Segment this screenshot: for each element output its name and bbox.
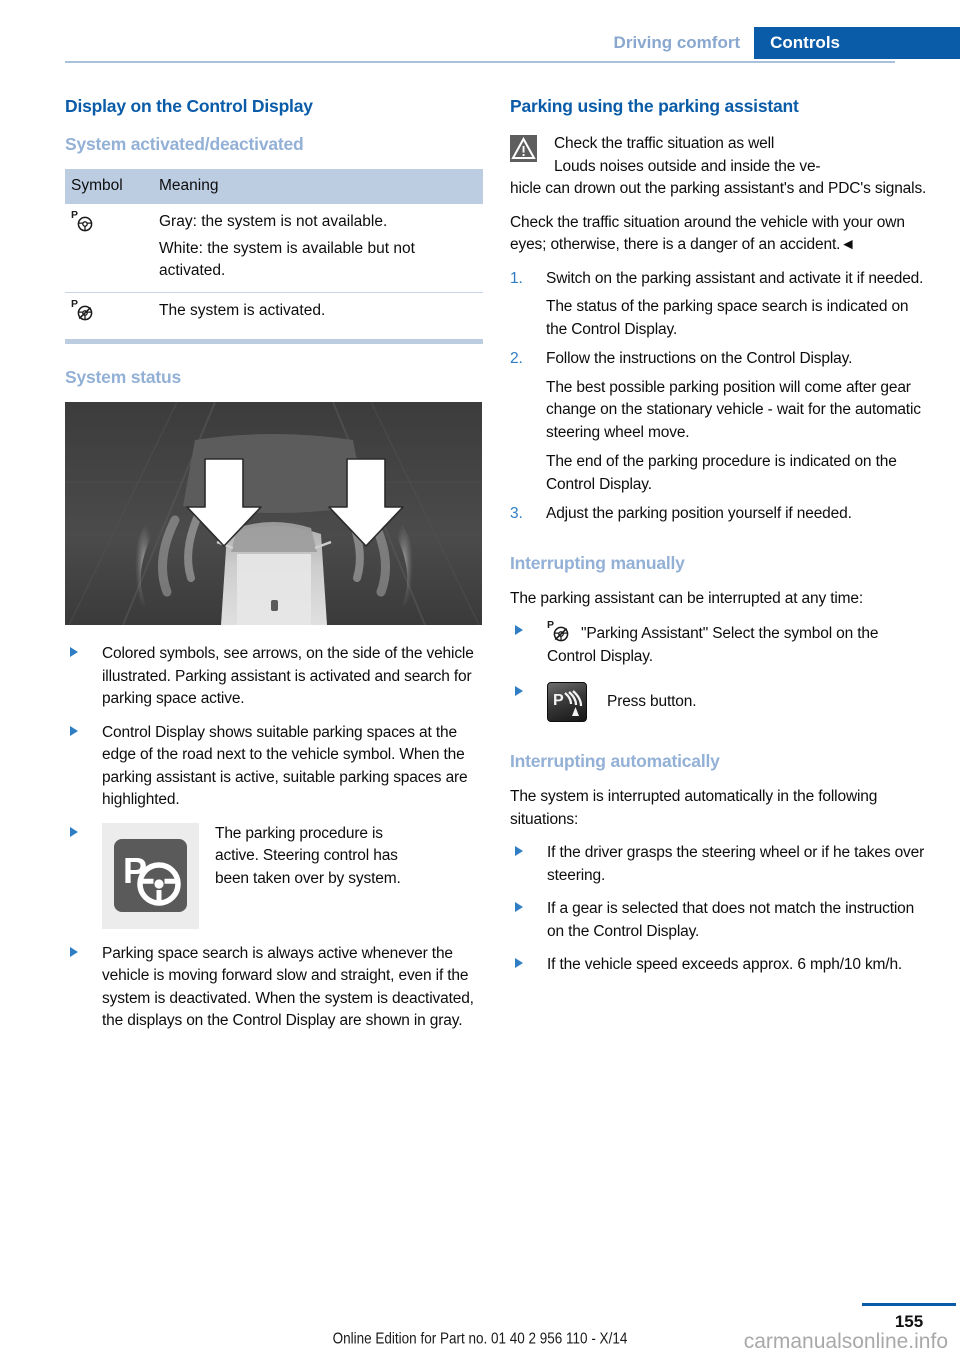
- subsection-system-status: System status: [65, 367, 182, 387]
- meaning-line: The system is activated.: [159, 301, 326, 319]
- warning-line-1: Louds noises outside and inside the ve-: [554, 157, 821, 175]
- warning-triangle-icon: [510, 135, 537, 162]
- list-item: If a gear is selected that does not matc…: [510, 898, 928, 943]
- column-header-meaning: Meaning: [153, 169, 483, 204]
- auto-interrupt-list: If the driver grasps the steering wheel …: [510, 842, 928, 977]
- list-item: 3. Adjust the parking position yourself …: [510, 503, 928, 526]
- manual-interrupt-list: P "Parking Assistant" Select the symbol …: [510, 620, 928, 722]
- symbol-cell: P: [65, 204, 153, 293]
- list-item-text: Colored symbols, see arrows, on the side…: [102, 645, 474, 707]
- left-column: Display on the Control Display System ac…: [65, 95, 483, 1044]
- table-bottom-rule: [65, 339, 483, 344]
- list-item: If the driver grasps the steering wheel …: [510, 842, 928, 887]
- header-divider: [65, 61, 895, 63]
- parking-procedure-active-tile: P: [102, 822, 199, 929]
- step-text: Follow the instructions on the Control D…: [546, 350, 853, 367]
- breadcrumb: Driving comfort Controls: [604, 27, 960, 59]
- parking-assistant-active-icon: P: [71, 298, 97, 322]
- auto-intro: The system is interrupted automatically …: [510, 788, 878, 828]
- vehicle-topdown-svg: [65, 402, 482, 625]
- parking-steps-list: 1. Switch on the parking assistant and a…: [510, 268, 928, 526]
- breadcrumb-section[interactable]: Controls: [754, 27, 960, 59]
- warning-rest: hicle can drown out the parking assistan…: [510, 180, 927, 197]
- list-item: 1. Switch on the parking assistant and a…: [510, 268, 928, 342]
- manual-intro: The parking assistant can be interrupted…: [510, 589, 864, 607]
- svg-text:P: P: [553, 692, 564, 709]
- triangle-bullet-icon: [70, 826, 78, 837]
- triangle-bullet-icon: [515, 625, 523, 635]
- triangle-bullet-icon: [515, 686, 523, 696]
- subsection-interrupting-automatically: Interrupting automatically: [510, 751, 720, 771]
- list-item-text: Parking space search is always active wh…: [102, 944, 474, 1030]
- list-item-text: If a gear is selected that does not matc…: [547, 900, 915, 940]
- list-item-text: The parking procedure is active. Steerin…: [215, 824, 401, 887]
- triangle-bullet-icon: [70, 946, 78, 957]
- step-text: Adjust the parking position yourself if …: [546, 505, 852, 522]
- warning-heading: Check the traffic situation as well: [554, 135, 775, 152]
- step-number: 3.: [510, 505, 523, 522]
- list-item: P The parking procedure is active. Steer…: [65, 822, 483, 929]
- warning-paragraph: Check the traffic situation around the v…: [510, 213, 905, 254]
- meaning-line: Gray: the system is not available.: [159, 213, 388, 230]
- list-item: If the vehicle speed exceeds approx. 6 m…: [510, 954, 928, 977]
- symbol-cell: P: [65, 292, 153, 333]
- list-item: 2. Follow the instructions on the Contro…: [510, 348, 928, 496]
- page-title: Display on the Control Display: [65, 96, 313, 116]
- triangle-bullet-icon: [515, 958, 523, 968]
- meaning-line: White: the system is available but not a…: [159, 239, 415, 280]
- p-steering-wheel-icon: P: [114, 839, 187, 912]
- warning-block: Check the traffic situation as well Loud…: [510, 133, 928, 201]
- step-note: The best possible parking position will …: [546, 378, 921, 441]
- meaning-cell: The system is activated.: [153, 292, 483, 333]
- list-item: P "Parking Assistant" Select the symbol …: [510, 620, 928, 668]
- page-number-rule: [862, 1303, 956, 1306]
- right-column: Parking using the parking assistant Chec…: [510, 95, 928, 988]
- list-item: Control Display shows suitable parking s…: [65, 722, 483, 812]
- list-item: P Press button.: [510, 682, 928, 722]
- list-item: Colored symbols, see arrows, on the side…: [65, 643, 483, 711]
- triangle-bullet-icon: [70, 725, 78, 736]
- list-item-text: If the vehicle speed exceeds approx. 6 m…: [547, 956, 903, 973]
- system-status-illustration: [65, 402, 482, 625]
- list-item-text: "Parking Assistant" Select the symbol on…: [547, 625, 879, 665]
- list-item-text: Press button.: [607, 692, 697, 710]
- meaning-cell: Gray: the system is not available. White…: [153, 204, 483, 293]
- step-note-2: The end of the parking procedure is indi…: [546, 453, 897, 493]
- triangle-bullet-icon: [515, 846, 523, 856]
- page-header: Driving comfort Controls: [0, 0, 960, 63]
- system-status-bullet-list: Colored symbols, see arrows, on the side…: [65, 643, 483, 1033]
- table-row: P The system is activated.: [65, 292, 483, 333]
- parking-assistant-inactive-icon: P: [71, 210, 97, 233]
- column-header-symbol: Symbol: [65, 169, 153, 204]
- step-number: 1.: [510, 269, 523, 287]
- breadcrumb-chapter[interactable]: Driving comfort: [604, 27, 755, 59]
- subsection-interrupting-manually: Interrupting manually: [510, 552, 685, 573]
- table-header-row: Symbol Meaning: [65, 169, 483, 204]
- parking-assistant-active-icon: P: [547, 620, 573, 643]
- list-item: Parking space search is always active wh…: [65, 943, 483, 1033]
- pdc-button-icon[interactable]: P: [547, 682, 587, 722]
- step-text: Switch on the parking assistant and acti…: [546, 269, 924, 287]
- symbol-meaning-table: Symbol Meaning P Gray: the system is not…: [65, 169, 483, 333]
- list-item-text: Control Display shows suitable parking s…: [102, 723, 468, 809]
- step-note: The status of the parking space search i…: [546, 298, 909, 338]
- step-number: 2.: [510, 350, 523, 367]
- list-item-text: If the driver grasps the steering wheel …: [547, 844, 925, 884]
- subsection-system-activated: System activated/deactivated: [65, 134, 304, 154]
- table-row: P Gray: the system is not available. Whi…: [65, 204, 483, 293]
- triangle-bullet-icon: [70, 647, 78, 657]
- watermark: carmanualsonline.info: [743, 1330, 948, 1353]
- section-title-parking: Parking using the parking assistant: [510, 96, 799, 116]
- triangle-bullet-icon: [515, 902, 523, 912]
